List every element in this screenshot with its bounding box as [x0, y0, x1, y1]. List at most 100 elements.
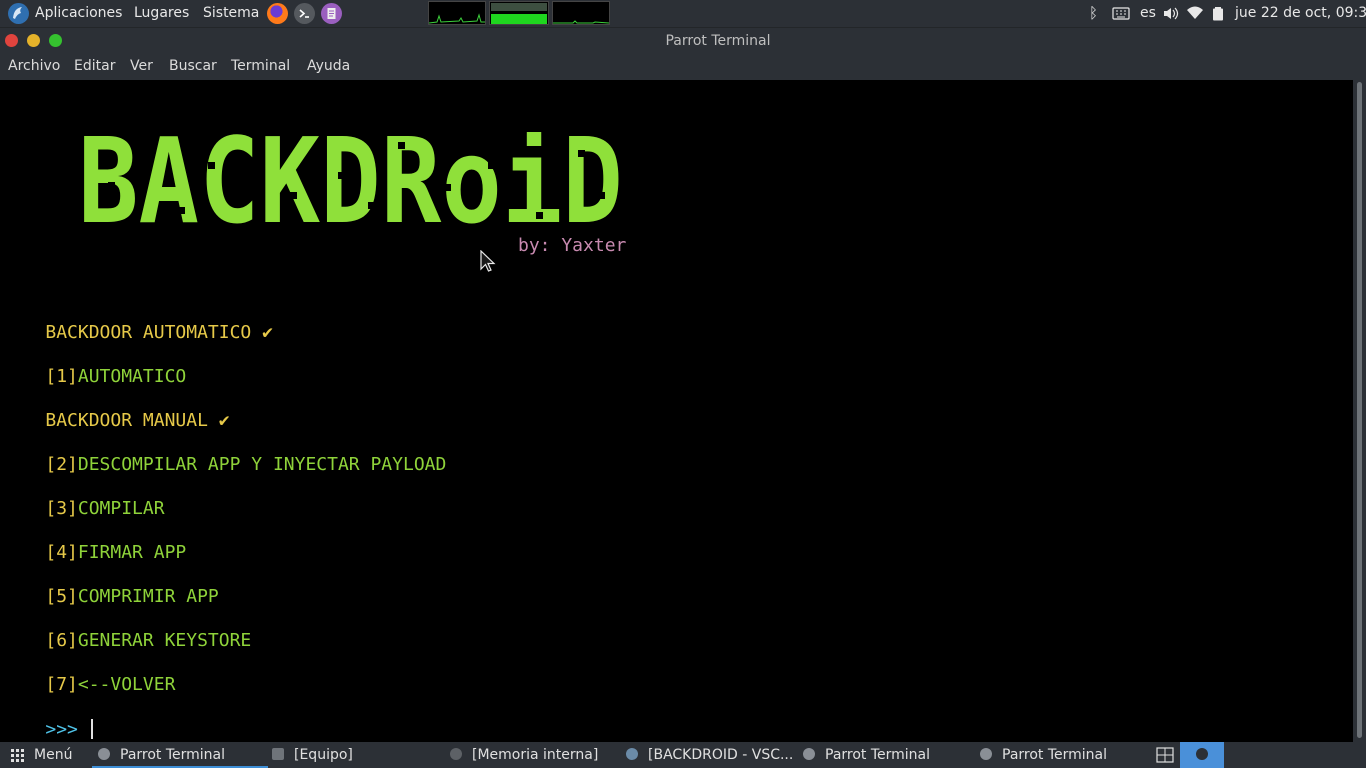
memory-monitor — [489, 1, 549, 25]
prompt-symbol: >>> — [45, 719, 89, 740]
task-label: [Equipo] — [294, 747, 353, 763]
command-prompt[interactable]: >>> — [2, 697, 93, 740]
banner-dither-dot — [488, 162, 495, 169]
start-menu-button[interactable]: Menú — [10, 742, 90, 768]
terminal-icon[interactable] — [294, 3, 315, 24]
bottom-taskbar: Menú Parrot Terminal [Equipo] [Memoria i… — [0, 742, 1366, 768]
top-panel: Aplicaciones Lugares Sistema ᛒ es jue 22… — [0, 0, 1366, 27]
start-menu-label: Menú — [34, 747, 73, 763]
option-label: GENERAR KEYSTORE — [77, 630, 252, 651]
drive-icon — [450, 748, 462, 760]
menu-editar[interactable]: Editar — [74, 54, 115, 80]
parrot-logo-icon[interactable] — [8, 3, 29, 24]
cpu-monitor — [428, 1, 486, 25]
banner-dither-dot — [256, 144, 263, 151]
menu-option-7: [7]<--VOLVER — [2, 652, 175, 695]
network-monitor — [552, 1, 610, 25]
banner-dither-dot — [316, 154, 323, 161]
keyboard-icon[interactable] — [1112, 0, 1130, 27]
option-number: [4] — [45, 542, 78, 563]
task-parrot-terminal[interactable]: Parrot Terminal — [92, 742, 268, 768]
banner-dither-dot — [444, 184, 451, 191]
menu-option-3: [3]COMPILAR — [2, 476, 164, 519]
task-parrot-terminal-3[interactable]: Parrot Terminal — [980, 742, 1150, 768]
menu-aplicaciones[interactable]: Aplicaciones — [35, 0, 122, 27]
firefox-icon[interactable] — [267, 3, 288, 24]
header-text: BACKDOOR AUTOMATICO ✔ — [45, 322, 273, 343]
option-label: AUTOMATICO — [77, 366, 187, 387]
menu-lugares[interactable]: Lugares — [134, 0, 189, 27]
banner-dither-dot — [368, 202, 375, 209]
banner-byline: by: Yaxter — [518, 235, 627, 256]
task-memoria-interna[interactable]: [Memoria interna] — [450, 742, 620, 768]
menu-ayuda[interactable]: Ayuda — [307, 54, 350, 80]
option-label: COMPRIMIR APP — [77, 586, 219, 607]
option-number: [5] — [45, 586, 78, 607]
menu-option-1: [1]AUTOMATICO — [2, 344, 186, 387]
text-editor-icon[interactable] — [321, 3, 342, 24]
clock[interactable]: jue 22 de oct, 09:30 — [1235, 0, 1366, 27]
keyboard-layout[interactable]: es — [1140, 0, 1156, 27]
option-label: COMPILAR — [77, 498, 165, 519]
volume-icon[interactable] — [1162, 0, 1180, 27]
banner-dither-dot — [338, 172, 345, 179]
banner-dither-dot — [398, 142, 405, 149]
option-label: DESCOMPILAR APP Y INYECTAR PAYLOAD — [77, 454, 447, 475]
header-text: BACKDOOR MANUAL ✔ — [45, 410, 230, 431]
banner-dither-dot — [536, 212, 543, 219]
text-cursor — [90, 719, 93, 739]
menu-archivo[interactable]: Archivo — [8, 54, 60, 80]
backdroid-banner: BACKDRoiD — [78, 132, 623, 232]
workspace-switcher-icon[interactable] — [1156, 742, 1176, 768]
banner-dither-dot — [108, 182, 115, 189]
task-vscode[interactable]: [BACKDROID - VSC... — [626, 742, 798, 768]
terminal-scrollbar[interactable] — [1353, 80, 1366, 742]
menu-option-2: [2]DESCOMPILAR APP Y INYECTAR PAYLOAD — [2, 432, 446, 475]
vscode-icon — [626, 748, 638, 760]
bluetooth-icon[interactable]: ᛒ — [1089, 0, 1098, 27]
option-number: [6] — [45, 630, 78, 651]
terminal-icon — [803, 748, 815, 760]
option-number: [1] — [45, 366, 78, 387]
menu-option-5: [5]COMPRIMIR APP — [2, 564, 218, 607]
window-title: Parrot Terminal — [665, 33, 771, 49]
menu-header-manual: BACKDOOR MANUAL ✔ — [2, 388, 229, 431]
wifi-icon[interactable] — [1186, 0, 1204, 27]
task-label: Parrot Terminal — [825, 747, 931, 763]
menu-bar: Archivo Editar Ver Buscar Terminal Ayuda — [0, 54, 1366, 80]
task-label: [BACKDROID - VSC... — [648, 747, 794, 763]
banner-dither-dot — [598, 192, 605, 199]
computer-icon — [272, 748, 284, 760]
menu-header-automatico: BACKDOOR AUTOMATICO ✔ — [2, 300, 273, 343]
terminal-icon — [980, 748, 992, 760]
option-number: [7] — [45, 674, 78, 695]
task-label: Parrot Terminal — [120, 747, 226, 763]
banner-dither-dot — [578, 150, 585, 157]
menu-buscar[interactable]: Buscar — [169, 54, 217, 80]
task-equipo[interactable]: [Equipo] — [272, 742, 442, 768]
grid-menu-icon — [11, 749, 24, 762]
terminal-output[interactable]: BACKDRoiD by: Yaxter BACKDOOR AUTOMATICO… — [0, 80, 1353, 742]
banner-dither-dot — [518, 182, 525, 189]
banner-dither-dot — [138, 140, 145, 147]
task-parrot-terminal-2[interactable]: Parrot Terminal — [803, 742, 973, 768]
terminal-icon — [98, 748, 110, 760]
terminal-icon — [1196, 748, 1208, 760]
menu-ver[interactable]: Ver — [130, 54, 153, 80]
menu-terminal[interactable]: Terminal — [231, 54, 290, 80]
workspace-active[interactable] — [1180, 742, 1224, 768]
scrollbar-thumb[interactable] — [1357, 82, 1362, 738]
option-number: [2] — [45, 454, 78, 475]
mouse-pointer-icon — [480, 250, 496, 272]
task-label: Parrot Terminal — [1002, 747, 1108, 763]
menu-option-4: [4]FIRMAR APP — [2, 520, 186, 563]
menu-sistema[interactable]: Sistema — [203, 0, 259, 27]
menu-option-6: [6]GENERAR KEYSTORE — [2, 608, 251, 651]
option-label: <--VOLVER — [77, 674, 176, 695]
battery-icon[interactable] — [1212, 0, 1224, 27]
task-label: [Memoria interna] — [472, 747, 599, 763]
banner-dither-dot — [208, 162, 215, 169]
banner-dither-dot — [290, 192, 297, 199]
option-number: [3] — [45, 498, 78, 519]
window-title-bar[interactable]: Parrot Terminal — [0, 27, 1366, 54]
